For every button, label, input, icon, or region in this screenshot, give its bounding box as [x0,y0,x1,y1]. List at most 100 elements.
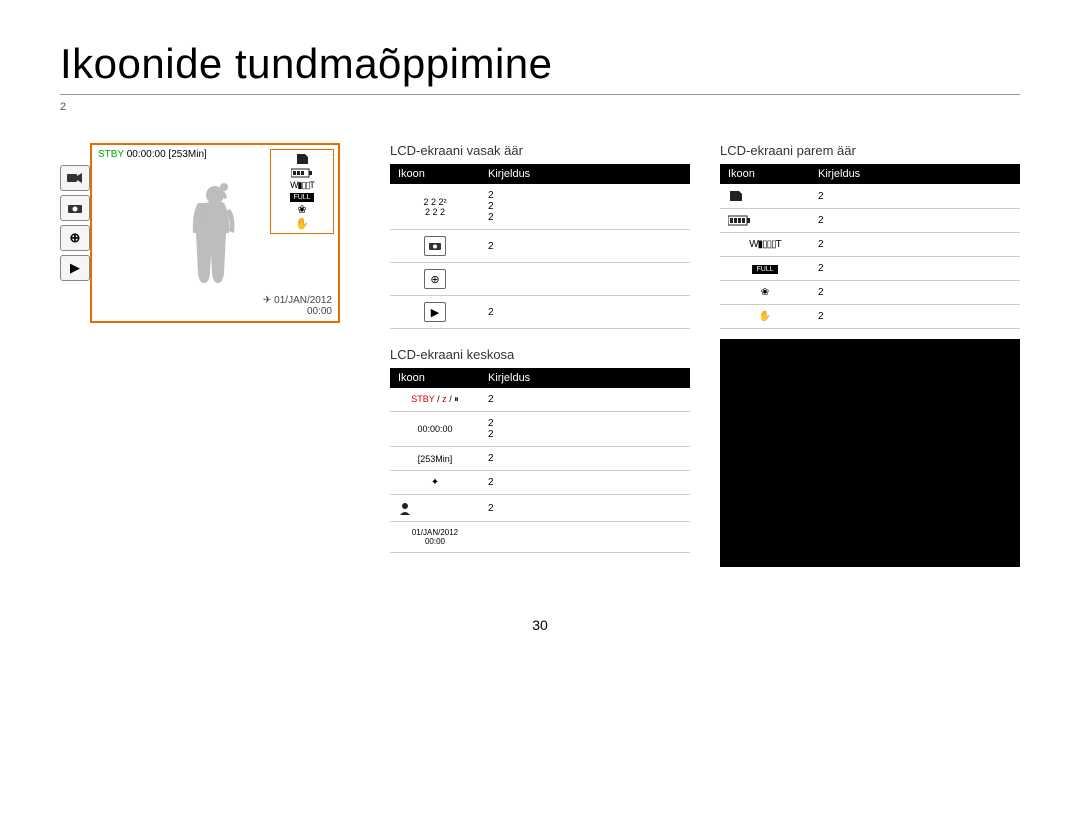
page-number: 30 [60,617,1020,633]
star-icon: ✦ [431,477,439,488]
desc-cell: 2 [480,230,690,263]
center-table: Ikoon Kirjeldus STBY / z / ⏸ 2 00:00:00 … [390,368,690,553]
col-icon: Ikoon [390,368,480,388]
center-section-title: LCD-ekraani keskosa [390,347,690,362]
lcd-status-line: STBY 00:00:00 [253Min] [98,149,207,160]
icon-cell [720,184,810,209]
full-icon: FULL [290,193,313,202]
table-row: STBY / z / ⏸ 2 [390,388,690,412]
table-row: 2 2 2² 2 2 2 2 2 2 [390,184,690,230]
desc-cell: 2 [810,209,1020,233]
table-header: Ikoon Kirjeldus [720,164,1020,184]
mode-video-icon[interactable] [60,165,90,191]
table-header: Ikoon Kirjeldus [390,164,690,184]
airplane-icon: ✈ [263,295,271,306]
icon-cell: ▶ [390,296,480,329]
middle-column: LCD-ekraani vasak äär Ikoon Kirjeldus 2 … [390,143,690,567]
table-row: ❀ 2 [720,281,1020,305]
table-row: ✦ 2 [390,471,690,495]
desc-cell [480,263,690,296]
lcd-wrap: ⊕ ▶ STBY 00:00:00 [253Min] W▮▯▯T [60,143,360,323]
icon-cell: 2 2 2² 2 2 2 [390,184,480,230]
table-row: 00:00:00 2 2 [390,412,690,447]
desc-cell: 2 [480,447,690,471]
title-rule [60,94,1020,95]
icon-cell: STBY / z / ⏸ [390,388,480,412]
table-row: [253Min] 2 [390,447,690,471]
desc-cell: 2 [810,233,1020,257]
desc-cell: 2 [480,495,690,522]
lcd-clock-text: 00:00 [307,306,332,317]
table-row: 2 [390,495,690,522]
table-row: ✋ 2 [720,305,1020,329]
table-row: 2 [720,184,1020,209]
icon-cell: ✦ [390,471,480,495]
icon-cell: 01/JAN/2012 00:00 [390,522,480,553]
icon-cell: ⊕ [390,263,480,296]
zoom-icon: ⊕ [424,269,446,289]
full-icon: FULL [752,265,777,274]
col-icon: Ikoon [390,164,480,184]
face-icon [398,501,472,515]
icon-cell [720,209,810,233]
card-icon [295,153,309,165]
right-column: LCD-ekraani parem äär Ikoon Kirjeldus 2 … [720,143,1020,567]
icon-cell: W▮▯▯▯T [720,233,810,257]
table-row: FULL 2 [720,257,1020,281]
battery-icon [728,215,802,226]
lcd-status-stby: STBY [98,149,124,160]
play-icon[interactable]: ▶ [60,255,90,281]
right-section-title: LCD-ekraani parem äär [720,143,1020,158]
table-row: W▮▯▯▯T 2 [720,233,1020,257]
desc-cell: 2 [810,184,1020,209]
icon-cell: [253Min] [390,447,480,471]
image-placeholder [720,339,1020,567]
hand-icon: ✋ [759,311,771,322]
lcd-date-text: 01/JAN/2012 [274,295,332,306]
icon-cell: ❀ [720,281,810,305]
table-row: ▶ 2 [390,296,690,329]
desc-cell: 2 2 [480,412,690,447]
flower-icon: ❀ [297,205,306,216]
flower-icon: ❀ [761,287,769,298]
card-icon [728,190,802,202]
icon-cell: FULL [720,257,810,281]
desc-cell: 2 [810,257,1020,281]
desc-cell: 2 [810,281,1020,305]
zoom-icon[interactable]: ⊕ [60,225,90,251]
play-icon: ▶ [424,302,446,322]
lcd-side-icons: ⊕ ▶ [60,165,90,281]
lcd-status-time: 00:00:00 [127,149,166,160]
table-row: ⊕ [390,263,690,296]
camera-icon [424,236,446,256]
main-layout: ⊕ ▶ STBY 00:00:00 [253Min] W▮▯▯T [60,143,1020,567]
left-table: Ikoon Kirjeldus 2 2 2² 2 2 2 2 2 2 2 ⊕ ▶… [390,164,690,329]
col-desc: Kirjeldus [480,164,690,184]
lcd-right-box: W▮▯▯T FULL ❀ ✋ [270,149,334,234]
icon-cell [390,495,480,522]
table-row: 2 [390,230,690,263]
mode-photo-icon[interactable] [60,195,90,221]
icon-cell: 00:00:00 [390,412,480,447]
desc-cell: 2 [810,305,1020,329]
icon-cell: ✋ [720,305,810,329]
desc-cell: 2 2 2 [480,184,690,230]
zoom-bar-icon: W▮▯▯T [290,181,314,190]
col-icon: Ikoon [720,164,810,184]
battery-icon [291,168,313,178]
left-section-title: LCD-ekraani vasak äär [390,143,690,158]
hand-icon: ✋ [295,219,309,230]
zoom-bar-icon: W▮▯▯▯T [749,239,781,250]
table-row: 2 [720,209,1020,233]
lcd-column: ⊕ ▶ STBY 00:00:00 [253Min] W▮▯▯T [60,143,360,567]
icon-cell [390,230,480,263]
lcd-status-remain: [253Min] [168,149,206,160]
col-desc: Kirjeldus [480,368,690,388]
col-desc: Kirjeldus [810,164,1020,184]
page-title: Ikoonide tundmaõppimine [60,40,1020,88]
lcd-screen: STBY 00:00:00 [253Min] W▮▯▯T FULL ❀ ✋ [90,143,340,323]
sub-note: 2 [60,101,1020,113]
right-table: Ikoon Kirjeldus 2 2 W▮▯▯▯T 2 FULL 2 ❀ 2 [720,164,1020,329]
desc-cell: 2 [480,471,690,495]
desc-cell: 2 [480,388,690,412]
